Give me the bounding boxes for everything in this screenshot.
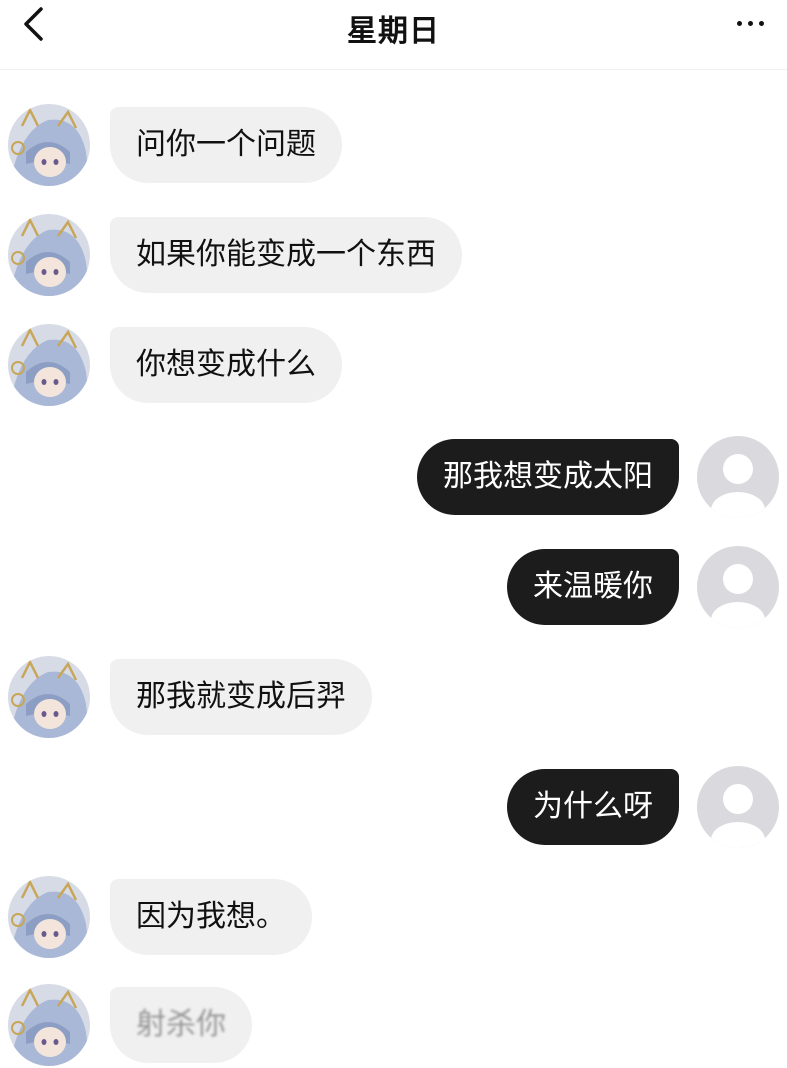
message-row: 来温暖你 — [0, 546, 787, 630]
message-text: 问你一个问题 — [136, 127, 316, 162]
contact-avatar[interactable] — [8, 324, 90, 406]
user-avatar[interactable] — [697, 436, 779, 518]
message-row: 射杀你 — [0, 984, 787, 1068]
default-user-icon — [697, 436, 779, 518]
chat-header: 星期日 — [0, 0, 787, 70]
message-text: 如果你能变成一个东西 — [136, 237, 436, 272]
default-user-icon — [697, 766, 779, 848]
message-text: 射杀你 — [136, 1007, 226, 1042]
chat-title: 星期日 — [347, 14, 440, 49]
message-row: 那我想变成太阳 — [0, 436, 787, 520]
message-text: 那我想变成太阳 — [443, 459, 653, 494]
message-bubble-incoming[interactable]: 那我就变成后羿 — [110, 659, 372, 735]
message-bubble-outgoing[interactable]: 为什么呀 — [507, 769, 679, 845]
message-text: 那我就变成后羿 — [136, 679, 346, 714]
message-bubble-incoming[interactable]: 问你一个问题 — [110, 107, 342, 183]
contact-avatar[interactable] — [8, 876, 90, 958]
more-horizontal-icon — [736, 20, 742, 26]
message-bubble-outgoing[interactable]: 来温暖你 — [507, 549, 679, 625]
message-text: 为什么呀 — [533, 789, 653, 824]
message-bubble-incoming[interactable]: 射杀你 — [110, 987, 252, 1063]
message-text: 来温暖你 — [533, 569, 653, 604]
contact-avatar[interactable] — [8, 104, 90, 186]
message-row: 为什么呀 — [0, 766, 787, 850]
message-bubble-incoming[interactable]: 如果你能变成一个东西 — [110, 217, 462, 293]
default-user-icon — [697, 546, 779, 628]
contact-avatar[interactable] — [8, 656, 90, 738]
more-options-button[interactable] — [727, 6, 773, 40]
contact-avatar[interactable] — [8, 214, 90, 296]
user-avatar[interactable] — [697, 766, 779, 848]
message-bubble-incoming[interactable]: 你想变成什么 — [110, 327, 342, 403]
message-row: 如果你能变成一个东西 — [0, 214, 787, 298]
message-row: 因为我想。 — [0, 876, 787, 960]
user-avatar[interactable] — [697, 546, 779, 628]
message-bubble-incoming[interactable]: 因为我想。 — [110, 879, 312, 955]
message-text: 因为我想。 — [136, 899, 286, 934]
more-horizontal-icon — [747, 20, 753, 26]
message-row: 问你一个问题 — [0, 104, 787, 188]
message-row: 你想变成什么 — [0, 324, 787, 408]
more-horizontal-icon — [758, 20, 764, 26]
message-row: 那我就变成后羿 — [0, 656, 787, 740]
message-bubble-outgoing[interactable]: 那我想变成太阳 — [417, 439, 679, 515]
contact-avatar[interactable] — [8, 984, 90, 1066]
message-text: 你想变成什么 — [136, 347, 316, 382]
